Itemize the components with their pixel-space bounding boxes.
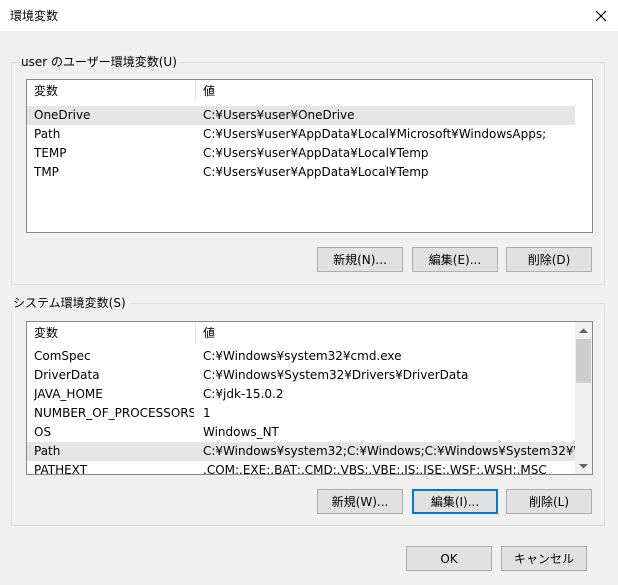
variable-value: 1 — [203, 406, 211, 420]
user-edit-button[interactable]: 編集(E)... — [412, 247, 498, 272]
variable-name: OS — [34, 425, 52, 439]
column-header-value[interactable]: 値 — [203, 80, 215, 102]
table-row[interactable]: DriverData C:¥Windows¥System32¥Drivers¥D… — [27, 366, 575, 385]
variable-name: TEMP — [34, 146, 67, 160]
column-divider[interactable] — [195, 322, 196, 344]
table-row[interactable]: TEMP C:¥Users¥user¥AppData¥Local¥Temp — [27, 144, 575, 163]
variable-name: JAVA_HOME — [34, 387, 103, 401]
variable-name: TMP — [34, 165, 59, 179]
scroll-up-button[interactable] — [575, 322, 592, 339]
variable-value: .COM;.EXE;.BAT;.CMD;.VBS;.VBE;.JS;.JSE;.… — [203, 463, 547, 475]
table-row[interactable]: Path C:¥Users¥user¥AppData¥Local¥Microso… — [27, 125, 575, 144]
table-row[interactable]: OS Windows_NT — [27, 423, 575, 442]
window-title: 環境変数 — [10, 9, 59, 23]
vertical-scrollbar[interactable] — [575, 322, 592, 474]
variable-value: C:¥Users¥user¥AppData¥Local¥Temp — [203, 146, 429, 160]
variable-name: Path — [34, 444, 61, 458]
variable-value: C:¥Windows¥system32;C:¥Windows;C:¥Window… — [203, 444, 575, 458]
variable-value: Windows_NT — [203, 425, 279, 439]
variable-value: C:¥jdk-15.0.2 — [203, 387, 284, 401]
scroll-down-button[interactable] — [575, 457, 592, 474]
table-row[interactable]: TMP C:¥Users¥user¥AppData¥Local¥Temp — [27, 163, 575, 182]
column-divider[interactable] — [195, 80, 196, 102]
variable-name: PATHEXT — [34, 463, 88, 475]
close-button[interactable] — [584, 0, 618, 31]
variable-name: ComSpec — [34, 349, 91, 363]
close-icon — [595, 10, 607, 21]
variable-value: C:¥Windows¥System32¥Drivers¥DriverData — [203, 368, 469, 382]
column-header-value[interactable]: 値 — [203, 322, 215, 344]
table-row[interactable]: OneDrive C:¥Users¥user¥OneDrive — [27, 106, 575, 125]
scroll-thumb[interactable] — [576, 339, 591, 383]
variable-value: C:¥Users¥user¥AppData¥Local¥Microsoft¥Wi… — [203, 127, 547, 141]
system-edit-button[interactable]: 編集(I)... — [412, 489, 498, 514]
variable-name: NUMBER_OF_PROCESSORS — [34, 406, 194, 420]
variable-name: DriverData — [34, 368, 100, 382]
user-delete-button[interactable]: 削除(D) — [506, 247, 592, 272]
scroll-down-icon — [579, 463, 588, 468]
variable-name: Path — [34, 127, 61, 141]
variable-value: C:¥Windows¥system32¥cmd.exe — [203, 349, 402, 363]
variable-value: C:¥Users¥user¥AppData¥Local¥Temp — [203, 165, 429, 179]
user-new-button[interactable]: 新規(N)... — [317, 247, 403, 272]
system-new-button[interactable]: 新規(W)... — [317, 489, 403, 514]
system-delete-button[interactable]: 削除(L) — [506, 489, 592, 514]
variable-name: OneDrive — [34, 108, 91, 122]
title-bar: 環境変数 — [0, 0, 618, 31]
table-row[interactable]: NUMBER_OF_PROCESSORS 1 — [27, 404, 575, 423]
table-row[interactable]: PATHEXT .COM;.EXE;.BAT;.CMD;.VBS;.VBE;.J… — [27, 461, 575, 475]
list-header: 変数 値 — [27, 322, 575, 344]
user-variables-label: user のユーザー環境変数(U) — [18, 54, 180, 70]
ok-button[interactable]: OK — [406, 546, 492, 571]
table-row[interactable]: Path C:¥Windows¥system32;C:¥Windows;C:¥W… — [27, 442, 575, 461]
column-header-variable[interactable]: 変数 — [34, 80, 58, 102]
column-header-variable[interactable]: 変数 — [34, 322, 58, 344]
system-variables-label: システム環境変数(S) — [10, 295, 129, 311]
table-row[interactable]: JAVA_HOME C:¥jdk-15.0.2 — [27, 385, 575, 404]
table-row[interactable]: ComSpec C:¥Windows¥system32¥cmd.exe — [27, 347, 575, 366]
cancel-button[interactable]: キャンセル — [501, 546, 587, 571]
user-variables-list[interactable]: 変数 値 OneDrive C:¥Users¥user¥OneDrive Pat… — [26, 79, 593, 233]
variable-value: C:¥Users¥user¥OneDrive — [203, 108, 355, 122]
list-header: 変数 値 — [27, 80, 575, 102]
scroll-up-icon — [579, 328, 588, 333]
system-variables-list[interactable]: 変数 値 ComSpec C:¥Windows¥system32¥cmd.exe… — [26, 321, 593, 475]
